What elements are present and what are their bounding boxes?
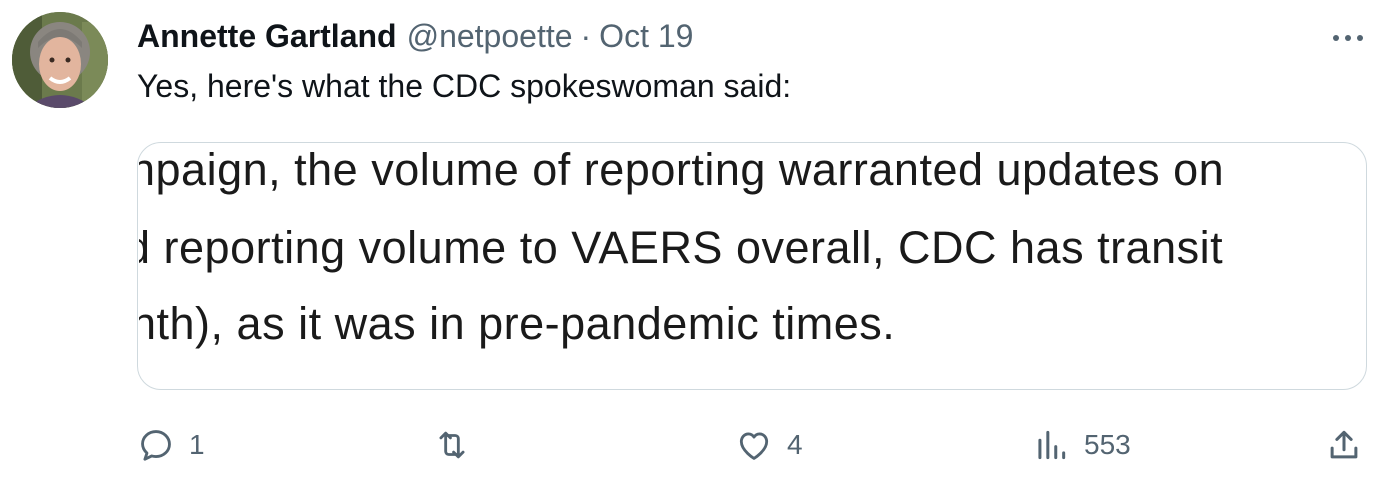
tweet-date[interactable]: Oct 19 <box>599 18 693 55</box>
like-count: 4 <box>787 429 803 460</box>
author-handle[interactable]: @netpoette <box>407 18 573 55</box>
views-icon <box>1038 430 1066 460</box>
retweet-icon <box>439 431 465 459</box>
views-count: 553 <box>1084 429 1131 460</box>
reply-button[interactable]: 1 <box>137 420 205 470</box>
separator: · <box>580 17 592 54</box>
retweet-button[interactable] <box>433 420 485 470</box>
share-button[interactable] <box>1325 420 1363 470</box>
more-icon <box>1333 35 1363 41</box>
share-icon <box>1330 430 1358 459</box>
media-text-line: nth), as it was in pre-pandemic times. <box>131 298 896 349</box>
author-name[interactable]: Annette Gartland <box>137 18 397 55</box>
reply-count: 1 <box>189 429 205 460</box>
reply-icon <box>141 430 171 461</box>
heart-icon <box>739 432 769 460</box>
action-bar: 1 4 553 <box>137 420 1367 470</box>
more-button[interactable] <box>1328 16 1368 56</box>
tweet-text: Yes, here's what the CDC spokeswoman sai… <box>137 68 792 104</box>
like-button[interactable]: 4 <box>735 420 803 470</box>
views-button[interactable]: 553 <box>1032 420 1131 470</box>
media-text-line: npaign, the volume of reporting warrante… <box>130 144 1225 195</box>
avatar[interactable] <box>12 12 108 108</box>
media-text-line: d reporting volume to VAERS overall, CDC… <box>125 222 1224 273</box>
tweet-header: Annette Gartland @netpoette · Oct 19 <box>137 14 1368 58</box>
